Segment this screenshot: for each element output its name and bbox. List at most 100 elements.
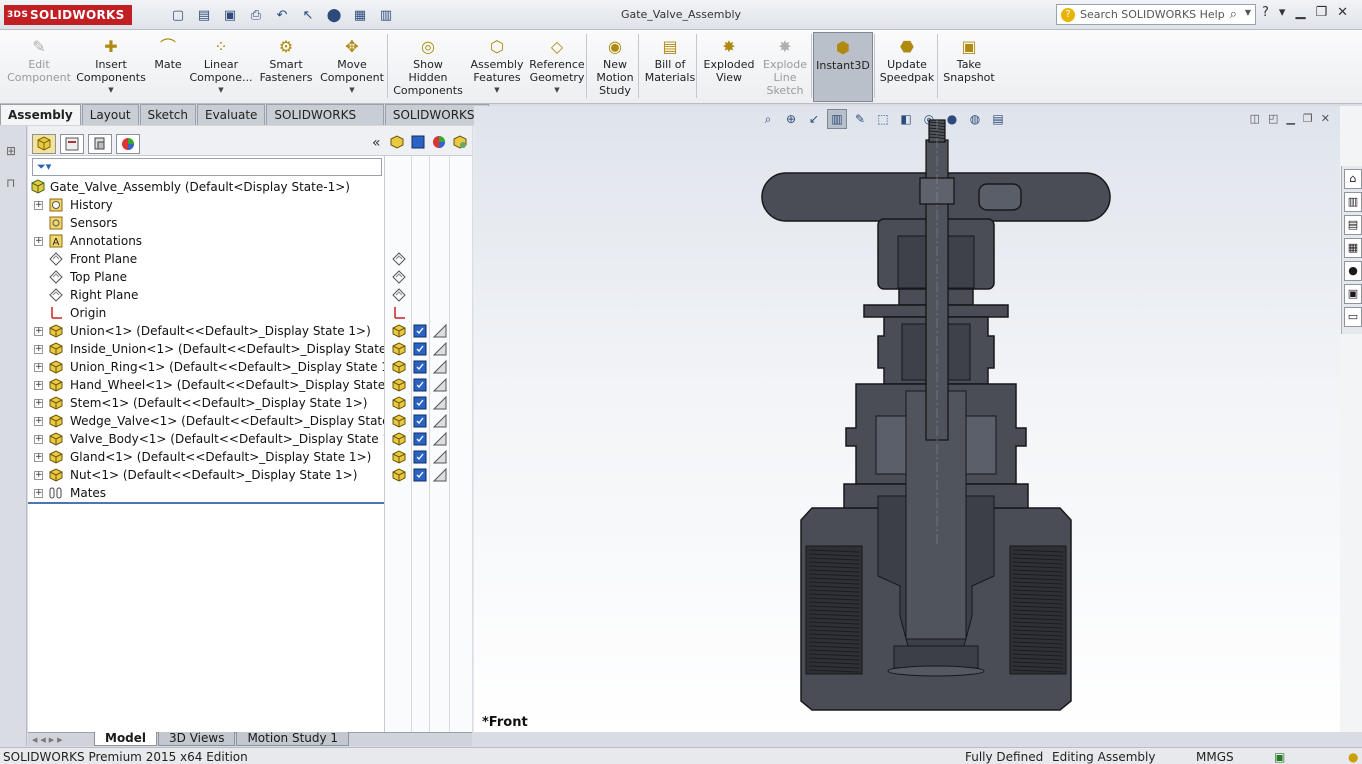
bottom-tab-motion-study-1[interactable]: Motion Study 1 [236,732,350,746]
display-mode-icon[interactable] [412,377,428,393]
resources-icon[interactable]: ▥ [1344,192,1362,212]
hide-show-icon[interactable] [391,413,407,429]
expand-toggle-icon[interactable]: + [34,417,43,426]
save-icon[interactable]: ▣ [220,5,240,25]
appearance-icon[interactable] [432,431,448,447]
units-button[interactable]: MMGS [1196,749,1234,764]
display-mode-icon[interactable] [412,467,428,483]
collapse-panel-icon[interactable]: « [372,135,381,151]
undo-icon[interactable]: ↶ [272,5,292,25]
hide-show-icon[interactable] [391,323,407,339]
appearance-icon[interactable] [432,341,448,357]
assembly-features-button[interactable]: ⬡ Assembly Features ▼ [468,32,526,102]
file-properties-icon[interactable]: ▦ [350,5,370,25]
appearance-column-icon[interactable] [431,134,447,150]
tab-layout[interactable]: Layout [81,104,139,125]
appearance-icon[interactable] [432,413,448,429]
appearance-icon[interactable] [432,323,448,339]
sketch-icon[interactable]: ⊓ [6,176,20,190]
hide-show-icon[interactable] [391,449,407,465]
tab-sketch[interactable]: Sketch [139,104,196,125]
tab-assembly[interactable]: Assembly [0,104,81,125]
linear-pattern-button[interactable]: ⁘ Linear Compone... ▼ [187,32,255,102]
display-mode-icon[interactable] [412,395,428,411]
appearance-icon[interactable] [432,359,448,375]
print-icon[interactable]: ⎙ [246,5,266,25]
expand-toggle-icon[interactable]: + [34,453,43,462]
gate-valve-section-model[interactable] [474,106,1340,732]
show-hidden-button[interactable]: ◎ Show Hidden Components [390,32,466,102]
chevron-down-icon[interactable]: ▼ [349,84,354,97]
tree-item-mates[interactable]: + Mates [28,484,384,502]
expand-toggle-icon[interactable]: + [34,471,43,480]
appearance-icon[interactable] [432,377,448,393]
origin-display-icon[interactable] [391,305,407,321]
custom-properties-icon[interactable]: ▣ [1344,284,1362,304]
hide-show-icon[interactable] [391,341,407,357]
appearance-icon[interactable] [432,467,448,483]
tree-filter-input[interactable]: ⏷▾ [32,158,382,176]
chevron-down-icon[interactable]: ▼ [218,84,223,97]
solidworks-logo[interactable]: SOLIDWORKS [4,5,132,25]
expand-toggle-icon[interactable]: + [34,435,43,444]
chevron-down-icon[interactable]: ▾ [1279,5,1286,20]
chevron-down-icon[interactable]: ▼ [108,84,113,97]
minimize-icon[interactable]: ▁ [1295,5,1305,20]
appearance-icon[interactable] [432,449,448,465]
tree-item-valve-body[interactable]: + Valve_Body<1> (Default<<Default>_Displa… [28,430,405,448]
tree-item-wedge-valve[interactable]: + Wedge_Valve<1> (Default<<Default>_Displ… [28,412,416,430]
expand-toggle-icon[interactable]: + [34,327,43,336]
new-document-icon[interactable]: ▢ [168,5,188,25]
display-mode-icon[interactable] [412,449,428,465]
instant3d-button[interactable]: ⬢ Instant3D [813,32,873,102]
display-mode-icon[interactable] [412,359,428,375]
display-mode-icon[interactable] [412,413,428,429]
insert-components-button[interactable]: ✚ Insert Components ▼ [74,32,148,102]
tree-item-union[interactable]: + Union<1> (Default<<Default>_Display Sta… [28,322,384,340]
tree-item-gland[interactable]: + Gland<1> (Default<<Default>_Display Sta… [28,448,384,466]
open-folder-icon[interactable]: ▤ [194,5,214,25]
plane-display-icon[interactable] [391,269,407,285]
tree-item-history[interactable]: + History [28,196,384,214]
tab-solidworks-add-ins[interactable]: SOLIDWORKS Add-Ins [266,104,384,142]
chevron-down-icon[interactable]: ▼ [554,84,559,97]
edit-component-button[interactable]: ✎ Edit Component [4,32,74,102]
feature-manager-tab[interactable] [32,134,56,154]
tree-item-right[interactable]: Right Plane [28,286,384,304]
hide-show-icon[interactable] [391,395,407,411]
appearance-icon[interactable] [432,395,448,411]
tree-item-stem[interactable]: + Stem<1> (Default<<Default>_Display Stat… [28,394,384,412]
tree-item-inside-union[interactable]: + Inside_Union<1> (Default<<Default>_Disp… [28,340,413,358]
smart-fasteners-button[interactable]: ⚙ Smart Fasteners [256,32,316,102]
hide-show-icon[interactable] [391,359,407,375]
select-arrow-icon[interactable]: ↖ [298,5,318,25]
magnifier-icon[interactable]: ⌕ [1230,7,1237,22]
tab-evaluate[interactable]: Evaluate [196,104,266,125]
appearances-icon[interactable]: ● [1344,261,1362,281]
tree-item-nut[interactable]: + Nut<1> (Default<<Default>_Display State… [28,466,384,484]
configuration-manager-tab[interactable] [88,134,112,154]
exploded-view-button[interactable]: ✸ Exploded View [700,32,758,102]
notification-icon[interactable]: ● [1348,749,1358,764]
close-icon[interactable]: ✕ [1337,5,1348,20]
tree-item-front[interactable]: Front Plane [28,250,384,268]
hide-show-icon[interactable] [391,467,407,483]
display-mode-icon[interactable] [412,341,428,357]
move-component-button[interactable]: ✥ Move Component ▼ [316,32,388,102]
bill-of-materials-button[interactable]: ▤ Bill of Materials [642,32,698,102]
display-mode-column-icon[interactable] [410,134,426,150]
tab-scroll-arrows[interactable]: ◀◀▶▶ [28,734,94,746]
chevron-down-icon[interactable]: ▼ [1245,8,1251,17]
tree-item-annotations[interactable]: + A Annotations [28,232,384,250]
bottom-tab-model[interactable]: Model [94,732,158,746]
expand-toggle-icon[interactable]: + [34,345,43,354]
help-button[interactable]: ? [1262,5,1269,20]
help-icon[interactable]: ▣ [1274,749,1285,764]
display-mode-icon[interactable] [412,431,428,447]
expand-toggle-icon[interactable]: + [34,363,43,372]
plane-display-icon[interactable] [391,251,407,267]
tree-item-sensors[interactable]: Sensors [28,214,384,232]
graphics-area[interactable]: ⌕ ⊕ ↙ ▥ ✎ ⬚ ◧ ◎ ● ◍ ▤ ◫ ◰ ▁ ❐ ✕ *Front [474,106,1340,732]
motion-study-button[interactable]: ◉ New Motion Study [590,32,640,102]
forum-icon[interactable]: ▭ [1344,307,1362,327]
